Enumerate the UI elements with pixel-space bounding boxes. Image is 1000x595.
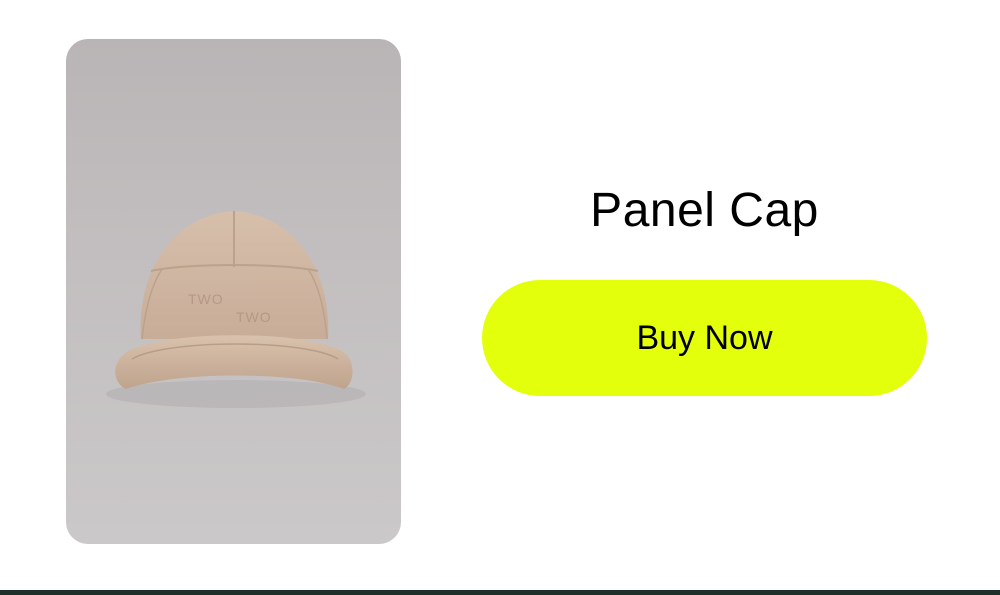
bottom-divider [0, 590, 1000, 595]
buy-now-button[interactable]: Buy Now [482, 280, 927, 396]
product-image[interactable]: TWO TWO [66, 39, 401, 544]
product-title: Panel Cap [590, 184, 819, 237]
product-card: TWO TWO Panel Cap Buy Now [0, 0, 1000, 595]
cap-illustration [106, 211, 366, 408]
cap-logo-text-1: TWO [188, 291, 224, 307]
cap-logo-text-2: TWO [236, 309, 272, 325]
